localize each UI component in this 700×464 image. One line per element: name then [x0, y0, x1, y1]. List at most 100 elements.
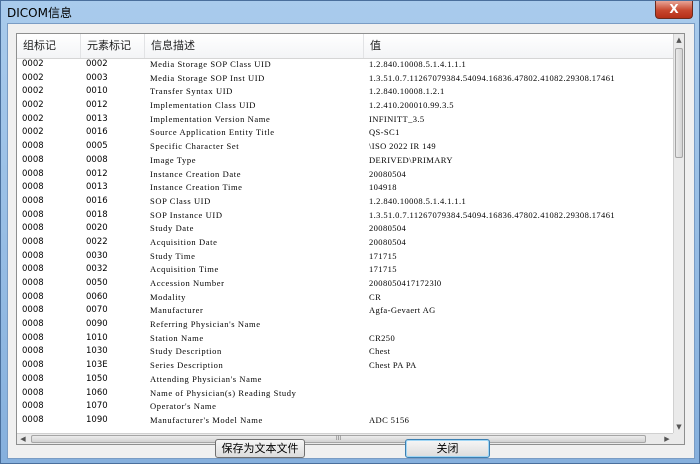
element-cell: 0012	[86, 168, 108, 179]
table-row[interactable]: 0008 0060 Modality CR	[17, 291, 673, 305]
description-cell: Study Date	[150, 223, 195, 234]
value-cell: 104918	[369, 182, 397, 193]
save-as-text-button[interactable]: 保存为文本文件	[215, 439, 305, 458]
column-header-group[interactable]: 组标记	[17, 34, 81, 58]
description-cell: SOP Instance UID	[150, 209, 223, 220]
value-cell: QS-SC1	[369, 127, 400, 138]
group-cell: 0008	[22, 209, 44, 220]
table-row[interactable]: 0008 0013 Instance Creation Time 104918	[17, 181, 673, 195]
vertical-scrollbar[interactable]: ▲ ▼	[673, 34, 684, 433]
description-cell: Media Storage SOP Class UID	[150, 59, 272, 69]
table-row[interactable]: 0008 1030 Study Description Chest	[17, 345, 673, 359]
table-row[interactable]: 0002 0012 Implementation Class UID 1.2.410.…	[17, 99, 673, 113]
description-cell: SOP Class UID	[150, 195, 211, 206]
table-row[interactable]: 0008 0018 SOP Instance UID 1.3.51.0.7.11267…	[17, 209, 673, 223]
group-cell: 0002	[22, 127, 44, 138]
table-row[interactable]: 0008 0016 SOP Class UID 1.2.840.10008.5.1.4…	[17, 195, 673, 209]
element-cell: 0032	[86, 264, 108, 275]
value-cell: DERIVED\PRIMARY	[369, 154, 453, 165]
description-cell: Name of Physician(s) Reading Study	[150, 387, 297, 398]
group-cell: 0008	[22, 182, 44, 193]
value-cell: 1.2.840.10008.5.1.4.1.1.1	[369, 59, 467, 69]
group-cell: 0008	[22, 319, 44, 330]
table-row[interactable]: 0008 0032 Acquisition Time 171715	[17, 263, 673, 277]
table-row[interactable]: 0002 0003 Media Storage SOP Inst UID 1.3.51…	[17, 72, 673, 86]
table-row[interactable]: 0002 0016 Source Application Entity Title Q…	[17, 126, 673, 140]
scroll-right-icon[interactable]: ▶	[661, 434, 673, 444]
description-cell: Attending Physician's Name	[150, 373, 263, 384]
description-cell: Accession Number	[150, 278, 225, 288]
group-cell: 0008	[22, 401, 44, 412]
window-close-button[interactable]: X	[655, 1, 693, 19]
dicom-tag-list[interactable]: 组标记 元素标记 信息描述 值 0002 0002 Media Storage SO…	[16, 33, 685, 445]
table-row[interactable]: 0002 0013 Implementation Version Name INFIN…	[17, 113, 673, 127]
element-cell: 0050	[86, 278, 108, 288]
table-row[interactable]: 0008 0005 Specific Character Set \ISO 2022 …	[17, 140, 673, 154]
horizontal-scroll-thumb[interactable]: III	[31, 435, 646, 443]
table-row[interactable]: 0008 1090 Manufacturer's Model Name ADC 515…	[17, 414, 673, 428]
table-row[interactable]: 0008 0050 Accession Number 20080504171723l0	[17, 277, 673, 291]
table-row[interactable]: 0008 0020 Study Date 20080504	[17, 222, 673, 236]
element-cell: 0018	[86, 209, 108, 220]
table-row[interactable]: 0008 0008 Image Type DERIVED\PRIMARY	[17, 154, 673, 168]
group-cell: 0008	[22, 264, 44, 275]
table-row[interactable]: 0002 0010 Transfer Syntax UID 1.2.840.10008…	[17, 85, 673, 99]
element-cell: 0090	[86, 319, 108, 330]
scroll-left-icon[interactable]: ◀	[17, 434, 29, 444]
table-row[interactable]: 0008 1070 Operator's Name	[17, 400, 673, 414]
list-rows: 0002 0002 Media Storage SOP Class UID 1.2.8…	[17, 58, 673, 433]
value-cell: 20080504	[369, 236, 407, 247]
group-cell: 0002	[22, 72, 44, 83]
dialog-body: 组标记 元素标记 信息描述 值 0002 0002 Media Storage SO…	[7, 23, 695, 459]
element-cell: 0002	[86, 59, 108, 69]
description-cell: Specific Character Set	[150, 141, 240, 152]
table-row[interactable]: 0008 1050 Attending Physician's Name	[17, 373, 673, 387]
table-row[interactable]: 0008 0012 Instance Creation Date 20080504	[17, 168, 673, 182]
close-button[interactable]: 关闭	[405, 439, 490, 458]
group-cell: 0008	[22, 141, 44, 152]
element-cell: 0016	[86, 127, 108, 138]
value-cell: CR250	[369, 332, 396, 343]
group-cell: 0008	[22, 195, 44, 206]
element-cell: 1010	[86, 332, 108, 343]
description-cell: Modality	[150, 291, 186, 302]
group-cell: 0008	[22, 305, 44, 316]
description-cell: Image Type	[150, 154, 197, 165]
title-bar[interactable]: DICOM信息 X	[1, 1, 699, 23]
table-row[interactable]: 0008 103E Series Description Chest PA PA	[17, 359, 673, 373]
table-row[interactable]: 0008 0090 Referring Physician's Name	[17, 318, 673, 332]
value-cell: 1.3.51.0.7.11267079384.54094.16836.47802…	[369, 209, 616, 220]
table-row[interactable]: 0008 0022 Acquisition Date 20080504	[17, 236, 673, 250]
description-cell: Manufacturer	[150, 305, 204, 316]
element-cell: 0008	[86, 154, 108, 165]
value-cell: 20080504171723l0	[369, 278, 442, 288]
column-header-element[interactable]: 元素标记	[81, 34, 145, 58]
element-cell: 103E	[86, 360, 108, 371]
column-header-value[interactable]: 值	[364, 34, 673, 58]
group-cell: 0008	[22, 414, 44, 425]
element-cell: 0030	[86, 250, 108, 261]
scroll-down-icon[interactable]: ▼	[674, 421, 684, 433]
vertical-scroll-thumb[interactable]	[675, 48, 683, 158]
table-row[interactable]: 0008 1010 Station Name CR250	[17, 332, 673, 346]
list-header: 组标记 元素标记 信息描述 值	[17, 34, 673, 59]
scroll-up-icon[interactable]: ▲	[674, 34, 684, 46]
group-cell: 0002	[22, 113, 44, 124]
group-cell: 0008	[22, 332, 44, 343]
value-cell: 1.2.410.200010.99.3.5	[369, 100, 454, 111]
table-row[interactable]: 0008 0070 Manufacturer Agfa-Gevaert AG	[17, 304, 673, 318]
value-cell: \ISO 2022 IR 149	[369, 141, 437, 152]
value-cell: CR	[369, 291, 382, 302]
description-cell: Acquisition Time	[150, 264, 219, 275]
horizontal-scrollbar[interactable]: ◀ III ▶	[17, 433, 673, 444]
description-cell: Acquisition Date	[150, 236, 218, 247]
group-cell: 0008	[22, 236, 44, 247]
table-row[interactable]: 0002 0002 Media Storage SOP Class UID 1.2.8…	[17, 58, 673, 72]
column-header-description[interactable]: 信息描述	[145, 34, 364, 58]
description-cell: Transfer Syntax UID	[150, 86, 233, 97]
table-row[interactable]: 0008 0030 Study Time 171715	[17, 250, 673, 264]
group-cell: 0008	[22, 360, 44, 371]
table-row[interactable]: 0008 1060 Name of Physician(s) Reading Stu…	[17, 387, 673, 401]
group-cell: 0002	[22, 86, 44, 97]
element-cell: 1060	[86, 387, 108, 398]
